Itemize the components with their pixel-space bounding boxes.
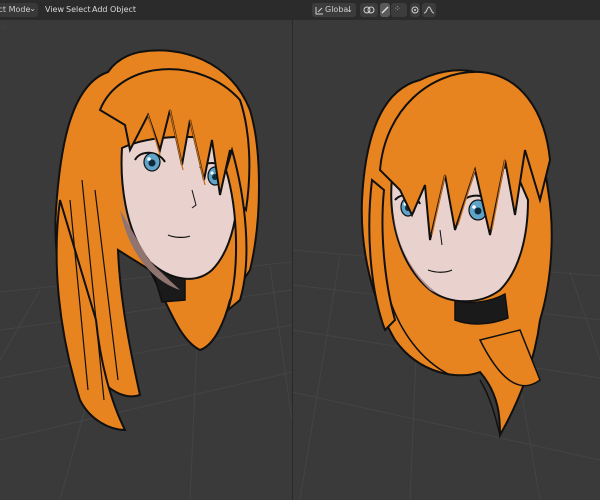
left-anime-head-model[interactable]: [54, 49, 260, 432]
mode-selector[interactable]: Object Mode ⌄: [0, 3, 38, 17]
snap-magnet-icon: [381, 6, 389, 14]
menu-add[interactable]: Add: [92, 5, 108, 15]
snap-toggle[interactable]: [380, 3, 390, 17]
proportional-edit-toggle[interactable]: [410, 3, 420, 17]
transform-orientation-dropdown[interactable]: Global ⌄: [312, 3, 356, 17]
transform-orientation-icon: [315, 7, 323, 15]
3d-viewport[interactable]: [0, 20, 600, 500]
falloff-dropdown[interactable]: [422, 3, 436, 17]
chevron-down-icon: ⌄: [29, 4, 36, 13]
menu-select[interactable]: Select: [66, 5, 91, 15]
header-toolbar: Object Mode ⌄ View Select Add Object Glo…: [0, 0, 600, 21]
mode-label: Object Mode: [0, 5, 31, 14]
menu-view[interactable]: View: [45, 5, 64, 15]
proportional-edit-icon: [411, 6, 419, 14]
right-anime-head-model[interactable]: [360, 69, 553, 439]
snap-target-dropdown[interactable]: ⁘: [391, 3, 407, 17]
viewport-split-divider[interactable]: [292, 20, 293, 500]
chevron-down-icon: ⌄: [346, 5, 353, 14]
menu-object[interactable]: Object: [110, 5, 136, 15]
pivot-link-icon: [363, 6, 375, 14]
pivot-point-button[interactable]: [360, 3, 378, 17]
snap-target-glyph: ⁘: [394, 4, 401, 13]
falloff-curve-icon: [424, 6, 434, 14]
